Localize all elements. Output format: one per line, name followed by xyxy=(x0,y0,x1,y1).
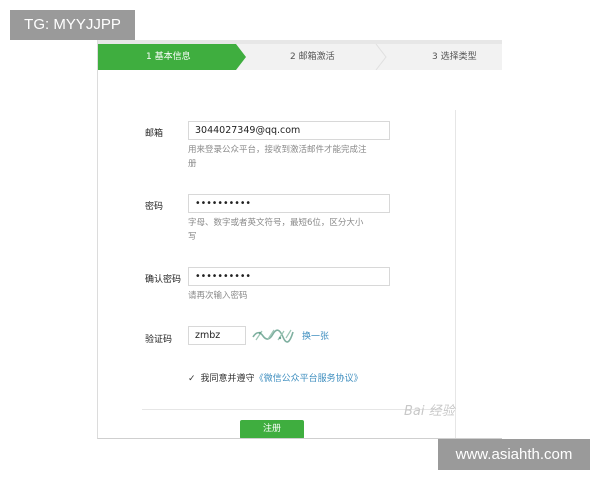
password-hint-line-2: 写 xyxy=(188,232,197,242)
email-hint-line-1: 用来登录公众平台，接收到激活邮件才能完成注 xyxy=(188,145,367,155)
form-divider xyxy=(142,409,442,410)
registration-panel: 1 基本信息 2 邮箱激活 3 选择类型 邮箱 3044027349@qq.co… xyxy=(97,40,502,439)
email-hint-line-2: 册 xyxy=(188,159,197,169)
email-field[interactable]: 3044027349@qq.com xyxy=(188,121,390,140)
agreement-text: 我同意并遵守 xyxy=(200,374,255,384)
step-progress-bar: 1 基本信息 2 邮箱激活 3 选择类型 xyxy=(98,40,502,70)
sidebar-divider xyxy=(455,110,456,438)
baidu-watermark: Bai 经验 xyxy=(404,404,455,419)
confirm-password-field[interactable]: •••••••••• xyxy=(188,267,390,286)
email-label: 邮箱 xyxy=(145,129,164,139)
password-label: 密码 xyxy=(145,202,164,212)
step-3-label: 3 选择类型 xyxy=(432,52,477,62)
refresh-captcha-link[interactable]: 换一张 xyxy=(302,329,329,342)
confirm-password-hint: 请再次输入密码 xyxy=(188,291,248,301)
captcha-image[interactable] xyxy=(250,325,296,345)
captcha-label: 验证码 xyxy=(145,335,173,345)
register-button[interactable]: 注册 xyxy=(240,420,304,438)
agreement-row: ✓ 我同意并遵守《微信公众平台服务协议》 xyxy=(188,371,363,384)
confirm-password-label: 确认密码 xyxy=(145,275,182,285)
password-hint-line-1: 字母、数字或者英文符号，最短6位，区分大小 xyxy=(188,218,364,228)
password-field[interactable]: •••••••••• xyxy=(188,194,390,213)
step-1-label: 1 基本信息 xyxy=(146,52,191,62)
site-badge: www.asiahth.com xyxy=(438,439,590,470)
checkmark-icon[interactable]: ✓ xyxy=(188,374,196,384)
captcha-field[interactable]: zmbz xyxy=(188,326,246,345)
step-2-divider xyxy=(375,44,387,70)
service-agreement-link[interactable]: 《微信公众平台服务协议》 xyxy=(255,374,363,384)
step-2-label: 2 邮箱激活 xyxy=(290,52,335,62)
tg-badge: TG: MYYJJPP xyxy=(10,10,135,40)
